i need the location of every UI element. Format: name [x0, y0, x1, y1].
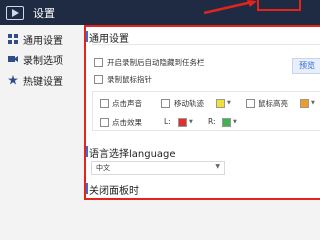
right-color-swatch[interactable] — [222, 118, 231, 127]
sidebar-item-hotkeys[interactable]: 热键设置 — [0, 70, 77, 90]
title-bar: 设置 — [0, 0, 320, 25]
sidebar-item-label: 热键设置 — [23, 77, 63, 88]
chevron-down-icon[interactable]: ▼ — [233, 119, 237, 125]
language-selected-value: 中文 — [96, 164, 110, 172]
camera-icon — [8, 56, 18, 62]
app-logo-icon — [6, 6, 24, 20]
section-title-language: 语言选择language — [86, 145, 176, 160]
chevron-down-icon: ▼ — [215, 163, 220, 170]
annotation-arrow-icon — [203, 0, 257, 14]
preview-button[interactable]: 预览 — [292, 58, 320, 74]
record-cursor-checkbox[interactable] — [94, 75, 103, 84]
cursor-highlight-label: 鼠标高亮 — [258, 99, 288, 108]
chevron-down-icon[interactable]: ▼ — [311, 100, 315, 106]
sidebar: 通用设置 录制选项 热键设置 — [0, 25, 77, 200]
sidebar-item-general[interactable]: 通用设置 — [0, 29, 77, 49]
grid-icon — [8, 34, 18, 44]
click-effect-checkbox[interactable] — [100, 118, 109, 127]
left-color-label: L: — [164, 117, 171, 126]
startup-minimize-label: 开启录制后自动隐藏到任务栏 — [107, 58, 205, 67]
click-effect-label: 点击效果 — [112, 118, 142, 127]
annotation-highlight-box — [257, 0, 301, 11]
right-color-label: R: — [208, 117, 216, 126]
move-track-checkbox[interactable] — [161, 99, 170, 108]
preview-button-label: 预览 — [299, 61, 315, 70]
click-sound-checkbox[interactable] — [100, 99, 109, 108]
cursor-highlight-checkbox[interactable] — [246, 99, 255, 108]
chevron-down-icon[interactable]: ▼ — [227, 100, 231, 106]
click-sound-label: 点击声音 — [112, 99, 142, 108]
star-icon — [8, 75, 18, 85]
move-track-label: 移动轨迹 — [174, 99, 204, 108]
section-title-general: 通用设置 — [86, 30, 129, 45]
settings-panel: 通用设置 开启录制后自动隐藏到任务栏 预览 录制鼠标指针 点击声音 移动轨迹 ▼… — [84, 25, 320, 200]
sidebar-item-record-options[interactable]: 录制选项 — [0, 49, 77, 69]
section-title-close-panel: 关闭面板时 — [86, 182, 139, 197]
window-title: 设置 — [33, 7, 55, 20]
chevron-down-icon[interactable]: ▼ — [189, 119, 193, 125]
move-track-color-swatch[interactable] — [216, 99, 225, 108]
highlight-color-swatch[interactable] — [300, 99, 309, 108]
language-select[interactable]: 中文 ▼ — [91, 161, 225, 175]
record-cursor-label: 录制鼠标指针 — [107, 75, 152, 84]
startup-minimize-checkbox[interactable] — [94, 58, 103, 67]
sidebar-item-label: 通用设置 — [23, 36, 63, 47]
divider — [92, 44, 320, 45]
left-color-swatch[interactable] — [178, 118, 187, 127]
sidebar-item-label: 录制选项 — [23, 56, 63, 67]
